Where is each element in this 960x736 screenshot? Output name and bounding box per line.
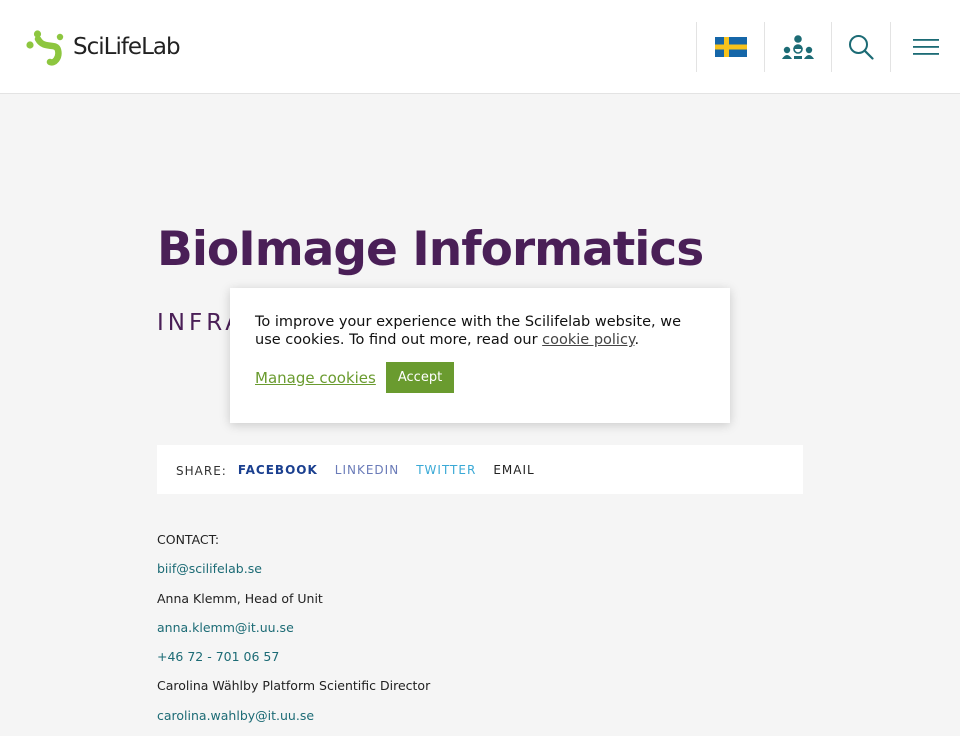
search-button[interactable] <box>831 22 890 72</box>
cookie-message: To improve your experience with the Scil… <box>255 313 705 349</box>
accept-cookies-button[interactable]: Accept <box>385 362 455 393</box>
cookie-banner: To improve your experience with the Scil… <box>230 288 730 423</box>
share-bar: SHARE: FACEBOOK LINKEDIN TWITTER EMAIL <box>157 445 803 494</box>
hamburger-menu-icon <box>912 39 939 55</box>
site-header: SciLifeLab <box>0 0 960 94</box>
people-network-icon <box>782 35 814 59</box>
contact-person: Carolina Wählby Platform Scientific Dire… <box>157 678 431 694</box>
menu-button[interactable] <box>890 22 960 72</box>
swedish-flag-icon <box>714 37 747 57</box>
logo-text: SciLifeLab <box>73 34 181 60</box>
search-icon <box>849 35 874 60</box>
cookie-actions: Manage cookies Accept <box>255 362 455 393</box>
page-title: BioImage Informatics <box>157 222 704 277</box>
cookie-message-end: . <box>634 332 640 348</box>
share-email-link[interactable]: EMAIL <box>493 463 534 477</box>
contact-person-email-link[interactable]: anna.klemm@it.uu.se <box>157 620 294 635</box>
scilifelab-logo[interactable]: SciLifeLab <box>26 28 181 66</box>
cookie-policy-link[interactable]: cookie policy <box>542 332 634 348</box>
contact-person-email-link[interactable]: carolina.wahlby@it.uu.se <box>157 708 314 723</box>
share-twitter-link[interactable]: TWITTER <box>416 463 476 477</box>
contact-section: CONTACT: biif@scilifelab.se Anna Klemm, … <box>157 531 430 736</box>
share-label: SHARE: <box>176 463 227 478</box>
contact-heading: CONTACT: <box>157 532 220 547</box>
manage-cookies-link[interactable]: Manage cookies <box>255 369 376 387</box>
logo-mark-icon <box>26 30 64 66</box>
people-network-button[interactable] <box>764 22 831 72</box>
language-switch-button[interactable] <box>696 22 764 72</box>
contact-phone-link[interactable]: +46 72 - 701 06 57 <box>157 649 279 664</box>
share-linkedin-link[interactable]: LINKEDIN <box>335 463 399 477</box>
contact-email-link[interactable]: biif@scilifelab.se <box>157 561 262 576</box>
contact-person: Anna Klemm, Head of Unit <box>157 590 323 606</box>
share-facebook-link[interactable]: FACEBOOK <box>238 463 318 477</box>
